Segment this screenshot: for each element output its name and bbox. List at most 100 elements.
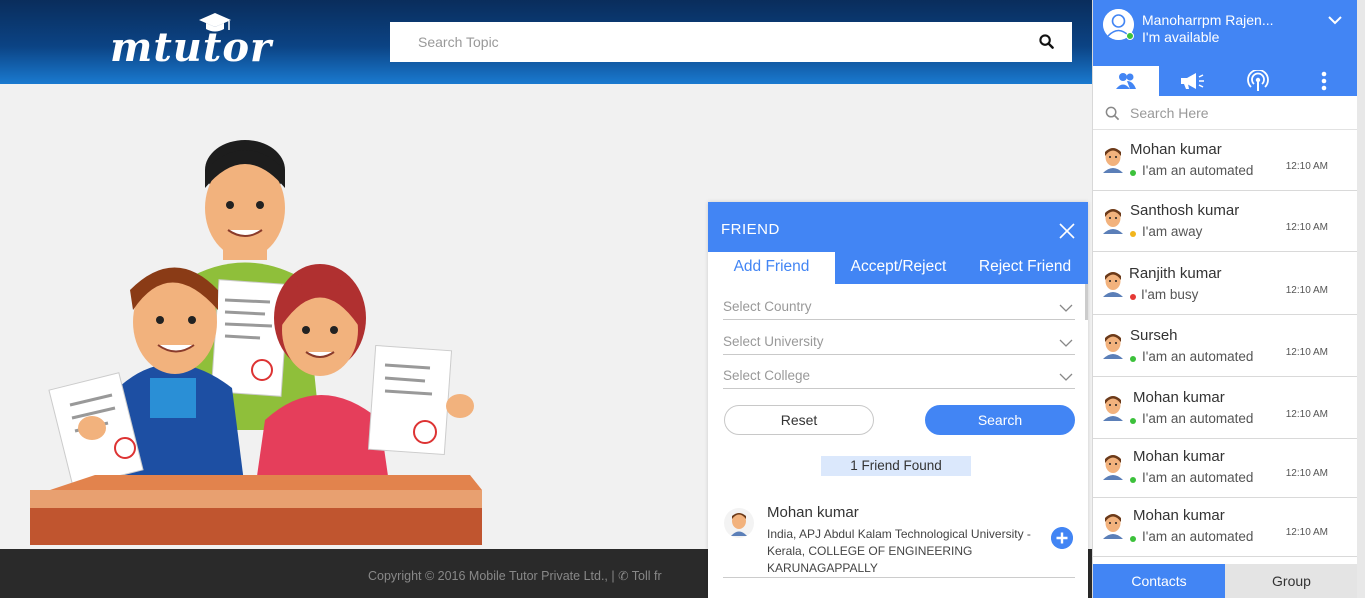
contact-name: Santhosh kumar bbox=[1130, 202, 1240, 219]
avatar bbox=[1103, 272, 1123, 297]
select-university[interactable]: Select University bbox=[723, 329, 1075, 355]
status-dot bbox=[1130, 536, 1136, 542]
contact-item[interactable]: Mohan kumar I'am an automated 12:10 AM bbox=[1093, 497, 1358, 557]
chat-user-header[interactable]: Manoharrpm Rajen... I'm available bbox=[1093, 0, 1358, 66]
tab-reject-friend[interactable]: Reject Friend bbox=[962, 252, 1088, 284]
top-header: mtutor bbox=[0, 0, 1092, 84]
contact-time: 12:10 AM bbox=[1285, 468, 1328, 479]
contact-time: 12:10 AM bbox=[1285, 161, 1328, 172]
select-college[interactable]: Select College bbox=[723, 363, 1075, 389]
add-friend-icon[interactable] bbox=[1051, 527, 1073, 549]
select-country[interactable]: Select Country bbox=[723, 294, 1075, 320]
contact-time: 12:10 AM bbox=[1285, 527, 1328, 538]
chevron-down-icon bbox=[1059, 373, 1073, 381]
students-illustration bbox=[30, 140, 482, 545]
avatar bbox=[1103, 334, 1123, 359]
status-dot bbox=[1130, 477, 1136, 483]
friends-found-badge: 1 Friend Found bbox=[821, 456, 971, 476]
status-dot bbox=[1130, 231, 1136, 237]
tab-accept-reject[interactable]: Accept/Reject bbox=[835, 252, 962, 284]
contact-item[interactable]: Surseh I'am an automated 12:10 AM bbox=[1093, 317, 1358, 377]
mtutor-logo[interactable]: mtutor bbox=[110, 13, 271, 76]
panel-scrollbar[interactable] bbox=[1357, 0, 1365, 598]
avatar bbox=[1103, 455, 1123, 480]
contact-item[interactable]: Santhosh kumar I'am away 12:10 AM bbox=[1093, 192, 1358, 252]
contact-status: I'am busy bbox=[1141, 287, 1199, 302]
more-vertical-icon bbox=[1321, 71, 1327, 91]
chat-footer-tabs: Contacts Group bbox=[1093, 564, 1358, 598]
search-icon bbox=[1105, 106, 1120, 121]
contact-status: I'am an automated bbox=[1142, 349, 1254, 364]
chat-tabs bbox=[1093, 66, 1358, 96]
signal-antenna-icon bbox=[1247, 70, 1269, 91]
topic-search-bar bbox=[390, 22, 1072, 62]
reset-button[interactable]: Reset bbox=[724, 405, 874, 435]
user-status: I'm available bbox=[1142, 29, 1220, 45]
dialog-tabs: Add Friend Accept/Reject Reject Friend bbox=[708, 252, 1088, 284]
more-options[interactable] bbox=[1291, 66, 1357, 96]
contact-item[interactable]: Ranjith kumar I'am busy 12:10 AM bbox=[1093, 255, 1358, 315]
avatar bbox=[1103, 514, 1123, 539]
topic-search-input[interactable] bbox=[390, 22, 1010, 62]
status-dot bbox=[1130, 356, 1136, 362]
friend-name: Mohan kumar bbox=[767, 504, 859, 521]
megaphone-icon bbox=[1181, 73, 1204, 89]
chevron-down-icon[interactable] bbox=[1328, 16, 1342, 25]
contact-search-input[interactable] bbox=[1130, 103, 1350, 123]
status-dot bbox=[1130, 418, 1136, 424]
people-icon bbox=[1116, 73, 1136, 89]
avatar bbox=[1103, 148, 1123, 173]
contact-status: I'am an automated bbox=[1142, 411, 1254, 426]
contact-status: I'am an automated bbox=[1142, 470, 1254, 485]
contact-name: Ranjith kumar bbox=[1129, 265, 1222, 282]
friend-detail: India, APJ Abdul Kalam Technological Uni… bbox=[767, 527, 1031, 575]
dialog-body: Select Country Select University Select … bbox=[708, 284, 1088, 598]
friend-dialog: FRIEND Add Friend Accept/Reject Reject F… bbox=[708, 202, 1088, 598]
contact-name: Mohan kumar bbox=[1133, 389, 1225, 406]
contact-time: 12:10 AM bbox=[1285, 285, 1328, 296]
online-status-dot bbox=[1126, 32, 1134, 40]
contact-time: 12:10 AM bbox=[1285, 222, 1328, 233]
search-icon[interactable] bbox=[1039, 34, 1054, 49]
select-university-label: Select University bbox=[723, 334, 824, 349]
user-name: Manoharrpm Rajen... bbox=[1142, 12, 1274, 28]
select-country-label: Select Country bbox=[723, 299, 812, 314]
avatar bbox=[1103, 396, 1123, 421]
tab-add-friend[interactable]: Add Friend bbox=[708, 252, 835, 284]
friend-result-item: Mohan kumar India, APJ Abdul Kalam Techn… bbox=[708, 498, 1088, 578]
contact-status: I'am an automated bbox=[1142, 163, 1254, 178]
chat-panel: Manoharrpm Rajen... I'm available Search… bbox=[1092, 0, 1358, 598]
tab-contacts[interactable] bbox=[1093, 66, 1159, 96]
status-dot bbox=[1130, 294, 1136, 300]
contacts-button[interactable]: Contacts bbox=[1093, 564, 1225, 598]
dialog-header: FRIEND bbox=[708, 202, 1088, 252]
graduation-cap-icon bbox=[199, 13, 231, 32]
contact-item[interactable]: Mohan kumar I'am an automated 12:10 AM bbox=[1093, 379, 1358, 439]
search-button[interactable]: Search bbox=[925, 405, 1075, 435]
dialog-scrollbar[interactable] bbox=[1085, 284, 1088, 320]
tab-broadcast[interactable] bbox=[1159, 66, 1225, 96]
dialog-title: FRIEND bbox=[721, 221, 780, 238]
chevron-down-icon bbox=[1059, 339, 1073, 347]
contact-name: Mohan kumar bbox=[1133, 507, 1225, 524]
contact-time: 12:10 AM bbox=[1285, 347, 1328, 358]
select-college-label: Select College bbox=[723, 368, 811, 383]
copyright-text: Copyright © 2016 Mobile Tutor Private Lt… bbox=[368, 569, 662, 583]
contact-name: Mohan kumar bbox=[1130, 141, 1222, 158]
contact-search bbox=[1093, 96, 1358, 130]
avatar bbox=[724, 508, 754, 538]
close-icon[interactable] bbox=[1058, 222, 1076, 240]
logo-text: mtutor bbox=[110, 24, 273, 71]
contact-name: Mohan kumar bbox=[1133, 448, 1225, 465]
contact-name: Surseh bbox=[1130, 327, 1178, 344]
group-button[interactable]: Group bbox=[1225, 564, 1358, 598]
contact-time: 12:10 AM bbox=[1285, 409, 1328, 420]
contact-status: I'am away bbox=[1142, 224, 1203, 239]
contact-item[interactable]: Mohan kumar I'am an automated 12:10 AM bbox=[1093, 438, 1358, 498]
contact-item[interactable]: Mohan kumar I'am an automated 12:10 AM bbox=[1093, 131, 1358, 191]
result-divider bbox=[723, 577, 1075, 578]
contact-status: I'am an automated bbox=[1142, 529, 1254, 544]
tab-signal[interactable] bbox=[1225, 66, 1291, 96]
status-dot bbox=[1130, 170, 1136, 176]
chevron-down-icon bbox=[1059, 304, 1073, 312]
